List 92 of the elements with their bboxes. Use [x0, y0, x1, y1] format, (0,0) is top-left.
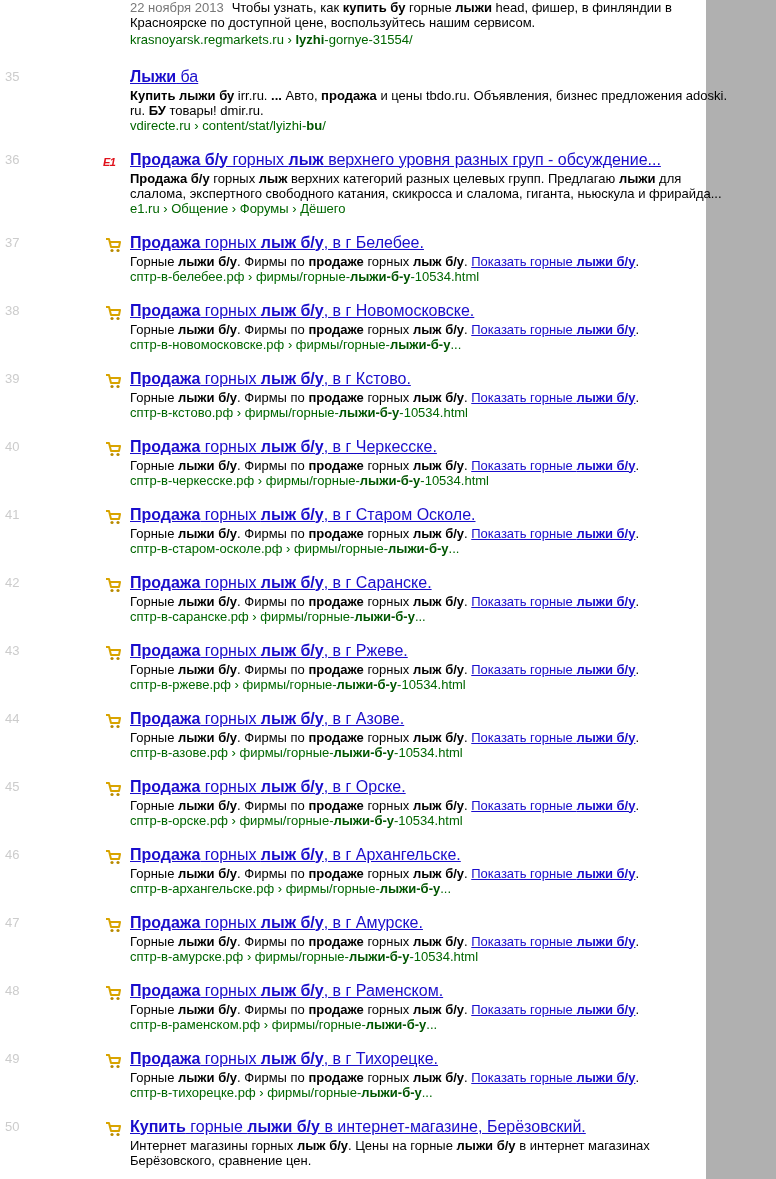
cart-icon	[105, 849, 121, 866]
result-snippet: Горные лыжи б/у. Фирмы по продаже горных лыж б/у.	[130, 797, 468, 813]
result-snippet: Интернет магазины горных лыж б/у. Цены на горные лыжи б/у в интернет магазинах Берёзовского, сравнение цен.	[130, 1137, 651, 1168]
result-snippet: Горные лыжи б/у. Фирмы по продаже горных лыж б/у.	[130, 593, 468, 609]
result-title-link[interactable]: Лыжи ба	[130, 66, 199, 86]
result-title-link[interactable]: Купить горные лыжи б/у в интернет-магазине, Берёзовский.	[130, 1116, 586, 1136]
link-period: .	[635, 661, 640, 677]
result-url[interactable]: krasnoyarsk.regmarkets.ru › lyzhi-gornye-31554/	[130, 32, 413, 47]
cart-icon	[105, 441, 121, 458]
result-snippet: Чтобы узнать, как купить бу горные лыжи head, фишер, в финляндии в	[231, 0, 672, 15]
cart-icon	[105, 985, 121, 1002]
cart-icon	[105, 713, 121, 730]
link-period: .	[635, 593, 640, 609]
link-period: .	[635, 525, 640, 541]
result-snippet: Купить лыжи бу irr.ru. ... Авто, продажа и цены tbdo.ru. Объявления, бизнес предложения adoski. ru. БУ товары! dmir.ru.	[130, 87, 729, 118]
result-title-link[interactable]: Продажа горных лыж б/у, в г Черкесске.	[130, 436, 437, 456]
result-title-link[interactable]: Продажа горных лыж б/у, в г Тихорецке.	[130, 1048, 438, 1068]
result-snippet: Горные лыжи б/у. Фирмы по продаже горных лыж б/у.	[130, 253, 468, 269]
result-snippet: Горные лыжи б/у. Фирмы по продаже горных лыж б/у.	[130, 321, 468, 337]
cart-icon	[105, 1053, 121, 1070]
result-title-link[interactable]: Продажа горных лыж б/у, в г Амурске.	[130, 912, 423, 932]
result-url[interactable]: сптр-в-раменском.рф › фирмы/горные-лыжи-б-у...	[130, 1016, 438, 1032]
result-url[interactable]: сптр-в-архангельске.рф › фирмы/горные-лыжи-б-у...	[130, 880, 452, 896]
show-more-link[interactable]: Показать горные лыжи б/у	[471, 525, 636, 541]
link-period: .	[635, 321, 640, 337]
link-period: .	[635, 389, 640, 405]
result-url[interactable]: сптр-в-тихорецке.рф › фирмы/горные-лыжи-б-у...	[130, 1084, 433, 1100]
show-more-link[interactable]: Показать горные лыжи б/у	[471, 865, 636, 881]
show-more-link[interactable]: Показать горные лыжи б/у	[471, 729, 636, 745]
result-url[interactable]: vdirecte.ru › content/stat/lyizhi-bu/	[130, 117, 326, 133]
show-more-link[interactable]: Показать горные лыжи б/у	[471, 661, 636, 677]
result-snippet: Горные лыжи б/у. Фирмы по продаже горных лыж б/у.	[130, 661, 468, 677]
result-snippet: Горные лыжи б/у. Фирмы по продаже горных лыж б/у.	[130, 729, 468, 745]
result-title-link[interactable]: Продажа б/у горных лыж верхнего уровня разных груп - обсуждение...	[130, 149, 661, 169]
result-url[interactable]: сптр-в-черкесске.рф › фирмы/горные-лыжи-б-у-10534.html	[130, 472, 489, 488]
result-url[interactable]: сптр-в-амурске.рф › фирмы/горные-лыжи-б-у-10534.html	[130, 948, 479, 964]
link-period: .	[635, 457, 640, 473]
show-more-link[interactable]: Показать горные лыжи б/у	[471, 253, 636, 269]
cart-icon	[105, 237, 121, 254]
result-snippet: Горные лыжи б/у. Фирмы по продаже горных лыж б/у.	[130, 457, 468, 473]
result-title-link[interactable]: Продажа горных лыж б/у, в г Орске.	[130, 776, 406, 796]
show-more-link[interactable]: Показать горные лыжи б/у	[471, 933, 636, 949]
result-url[interactable]: сптр-в-азове.рф › фирмы/горные-лыжи-б-у-10534.html	[130, 744, 463, 760]
result-date: 22 ноября 2013	[130, 0, 224, 15]
result-url[interactable]: сптр-в-саранске.рф › фирмы/горные-лыжи-б-у...	[130, 608, 426, 624]
result-snippet: Горные лыжи б/у. Фирмы по продаже горных лыж б/у.	[130, 1001, 468, 1017]
show-more-link[interactable]: Показать горные лыжи б/у	[471, 1001, 636, 1017]
cart-icon	[105, 577, 121, 594]
show-more-link[interactable]: Показать горные лыжи б/у	[471, 1069, 636, 1085]
result-snippet: Горные лыжи б/у. Фирмы по продаже горных лыж б/у.	[130, 389, 468, 405]
link-period: .	[635, 253, 640, 269]
link-period: .	[635, 1069, 640, 1085]
result-title-link[interactable]: Продажа горных лыж б/у, в г Ржеве.	[130, 640, 408, 660]
show-more-link[interactable]: Показать горные лыжи б/у	[471, 457, 636, 473]
result-url[interactable]: e1.ru › Общение › Форумы › Дёшего	[130, 200, 346, 216]
result-url[interactable]: сптр-в-новомосковске.рф › фирмы/горные-лыжи-б-у...	[130, 336, 462, 352]
cart-icon	[105, 645, 121, 662]
cart-icon	[105, 917, 121, 934]
result-url[interactable]: сптр-в-старом-осколе.рф › фирмы/горные-лыжи-б-у...	[130, 540, 460, 556]
result-snippet: Горные лыжи б/у. Фирмы по продаже горных лыж б/у.	[130, 933, 468, 949]
cart-icon	[105, 373, 121, 390]
link-period: .	[635, 797, 640, 813]
result-url[interactable]: сптр-в-кстово.рф › фирмы/горные-лыжи-б-у-10534.html	[130, 404, 468, 420]
result-title-link[interactable]: Продажа горных лыж б/у, в г Азове.	[130, 708, 405, 728]
show-more-link[interactable]: Показать горные лыжи б/у	[471, 389, 636, 405]
result-snippet: Горные лыжи б/у. Фирмы по продаже горных лыж б/у.	[130, 1069, 468, 1085]
result-title-link[interactable]: Продажа горных лыж б/у, в г Старом Осколе.	[130, 504, 476, 524]
link-period: .	[635, 865, 640, 881]
result-snippet: Горные лыжи б/у. Фирмы по продаже горных лыж б/у.	[130, 525, 468, 541]
result-snippet: Горные лыжи б/у. Фирмы по продаже горных лыж б/у.	[130, 865, 468, 881]
show-more-link[interactable]: Показать горные лыжи б/у	[471, 797, 636, 813]
cart-icon	[105, 509, 121, 526]
result-title-link[interactable]: Продажа горных лыж б/у, в г Новомосковске.	[130, 300, 475, 320]
link-period: .	[635, 933, 640, 949]
result-title-link[interactable]: Продажа горных лыж б/у, в г Архангельске.	[130, 844, 461, 864]
result-snippet: Продажа б/у горных лыж верхних категорий разных целевых групп. Предлагаю лыжи для слалома, экспертного свободного катания, скикросса и слалома, гиганта, ньюскула и фрирайда...	[130, 170, 723, 201]
cart-icon	[105, 1121, 121, 1138]
result-url[interactable]: сптр-в-ржеве.рф › фирмы/горные-лыжи-б-у-10534.html	[130, 676, 466, 692]
result-title-link[interactable]: Продажа горных лыж б/у, в г Саранске.	[130, 572, 432, 592]
link-period: .	[635, 729, 640, 745]
cart-icon	[105, 305, 121, 322]
cart-icon	[105, 781, 121, 798]
show-more-link[interactable]: Показать горные лыжи б/у	[471, 593, 636, 609]
result-url[interactable]: сптр-в-орске.рф › фирмы/горные-лыжи-б-у-10534.html	[130, 812, 463, 828]
result-title-link[interactable]: Продажа горных лыж б/у, в г Кстово.	[130, 368, 411, 388]
show-more-link[interactable]: Показать горные лыжи б/у	[471, 321, 636, 337]
link-period: .	[635, 1001, 640, 1017]
result-snippet: Красноярске по доступной цене, воспользуйтесь нашим сервисом.	[130, 15, 536, 30]
site-logo: E1	[103, 155, 116, 168]
result-title-link[interactable]: Продажа горных лыж б/у, в г Раменском.	[130, 980, 444, 1000]
result-title-link[interactable]: Продажа горных лыж б/у, в г Белебее.	[130, 232, 424, 252]
result-url[interactable]: сптр-в-белебее.рф › фирмы/горные-лыжи-б-у-10534.html	[130, 268, 480, 284]
